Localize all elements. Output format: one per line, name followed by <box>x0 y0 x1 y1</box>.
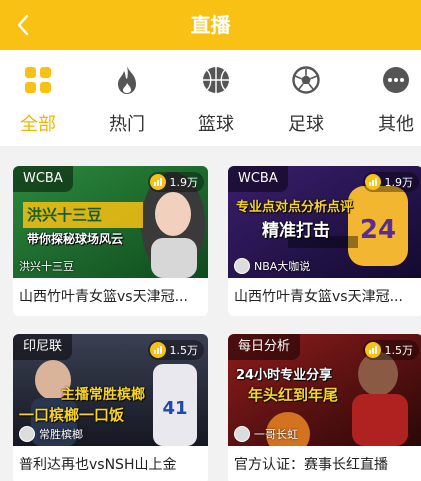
league-badge: 每日分析 <box>228 334 301 360</box>
viewer-number: 1.9万 <box>384 176 414 189</box>
viewers-icon <box>364 174 381 190</box>
tab-label: 足球 <box>288 114 324 135</box>
viewer-count: 1.5万 <box>147 340 204 360</box>
anchor-info: 常胜槟榔 <box>19 426 83 442</box>
card-title: 普利达再也vsNSH山上金 <box>19 457 177 473</box>
league-badge: WCBA <box>13 166 73 192</box>
viewer-count: 1.9万 <box>147 172 204 192</box>
category-tabs: 全部 热门 篮球 足球 其他 <box>0 50 421 146</box>
live-thumbnail: 24 WCBA 1.9万 专业点对点分析点评 精准打击 NBA大咖说 <box>228 166 421 278</box>
anchor-info: 一哥长虹 <box>234 426 298 442</box>
viewer-number: 1.5万 <box>169 344 199 357</box>
flame-icon <box>111 64 143 96</box>
tab-basketball[interactable]: 篮球 <box>186 64 246 140</box>
league-badge: 印尼联 <box>13 334 73 360</box>
top-bar: 直播 <box>0 0 421 50</box>
avatar <box>234 258 250 274</box>
svg-text:41: 41 <box>162 398 187 419</box>
live-thumbnail: 每日分析 1.5万 24小时专业分享 年头红到年尾 一哥长虹 <box>228 334 421 446</box>
more-icon <box>380 64 412 96</box>
viewers-icon <box>149 174 166 190</box>
grid-icon <box>22 64 54 96</box>
viewers-icon <box>364 342 381 358</box>
card-title: 官方认证：赛事长红直播 <box>234 457 388 473</box>
live-card[interactable]: 41 印尼联 1.5万 主播常胜槟榔 一口槟榔一口饭 常胜槟榔 普利达再也vsN… <box>13 334 208 481</box>
viewer-count: 1.5万 <box>362 340 419 360</box>
promo-subtext: 一口槟榔一口饭 <box>19 406 125 424</box>
soccer-ball-icon <box>290 64 322 96</box>
card-title: 山西竹叶青女篮vs天津冠... <box>19 289 188 305</box>
promo-subtext: 带你探秘球场风云 <box>27 232 124 246</box>
viewers-icon <box>149 342 166 358</box>
promo-subtext: 精准打击 <box>262 221 330 241</box>
tab-other[interactable]: 其他 <box>366 64 421 140</box>
live-card[interactable]: 每日分析 1.5万 24小时专业分享 年头红到年尾 一哥长虹 官方认证：赛事长红… <box>228 334 421 481</box>
page-title: 直播 <box>190 13 231 37</box>
tab-label: 其他 <box>378 114 414 135</box>
anchor-info: NBA大咖说 <box>234 258 310 274</box>
live-thumbnail: 41 印尼联 1.5万 主播常胜槟榔 一口槟榔一口饭 常胜槟榔 <box>13 334 208 446</box>
anchor-name: 常胜槟榔 <box>39 428 83 441</box>
tab-label: 篮球 <box>198 114 234 135</box>
viewer-number: 1.9万 <box>169 176 199 189</box>
promo-text: 24小时专业分享 <box>236 368 333 383</box>
promo-text: 主播常胜槟榔 <box>61 387 145 403</box>
anchor-name: NBA大咖说 <box>254 260 311 273</box>
live-card[interactable]: WCBA 1.9万 洪兴十三豆 带你探秘球场风云 洪兴十三豆 山西竹叶青女篮vs… <box>13 166 208 316</box>
league-badge: WCBA <box>228 166 288 192</box>
tab-label: 热门 <box>109 114 145 135</box>
avatar <box>19 426 35 442</box>
tab-hot[interactable]: 热门 <box>97 64 157 140</box>
anchor-name: 一哥长虹 <box>254 428 298 441</box>
tab-soccer[interactable]: 足球 <box>276 64 336 140</box>
viewer-number: 1.5万 <box>384 344 414 357</box>
tab-label: 全部 <box>20 114 56 135</box>
anchor-info: 洪兴十三豆 <box>19 258 74 274</box>
promo-text: 专业点对点分析点评 <box>236 200 354 215</box>
promo-subtext: 年头红到年尾 <box>248 386 339 404</box>
viewer-count: 1.9万 <box>362 172 419 192</box>
anchor-name: 洪兴十三豆 <box>19 260 74 273</box>
live-thumbnail: WCBA 1.9万 洪兴十三豆 带你探秘球场风云 洪兴十三豆 <box>13 166 208 278</box>
promo-text: 洪兴十三豆 <box>27 206 103 224</box>
svg-text:24: 24 <box>360 215 396 245</box>
basketball-icon <box>200 64 232 96</box>
card-title: 山西竹叶青女篮vs天津冠... <box>234 289 403 305</box>
avatar <box>234 426 250 442</box>
tab-all[interactable]: 全部 <box>8 64 68 140</box>
live-card[interactable]: 24 WCBA 1.9万 专业点对点分析点评 精准打击 NBA大咖说 山西竹叶青… <box>228 166 421 316</box>
